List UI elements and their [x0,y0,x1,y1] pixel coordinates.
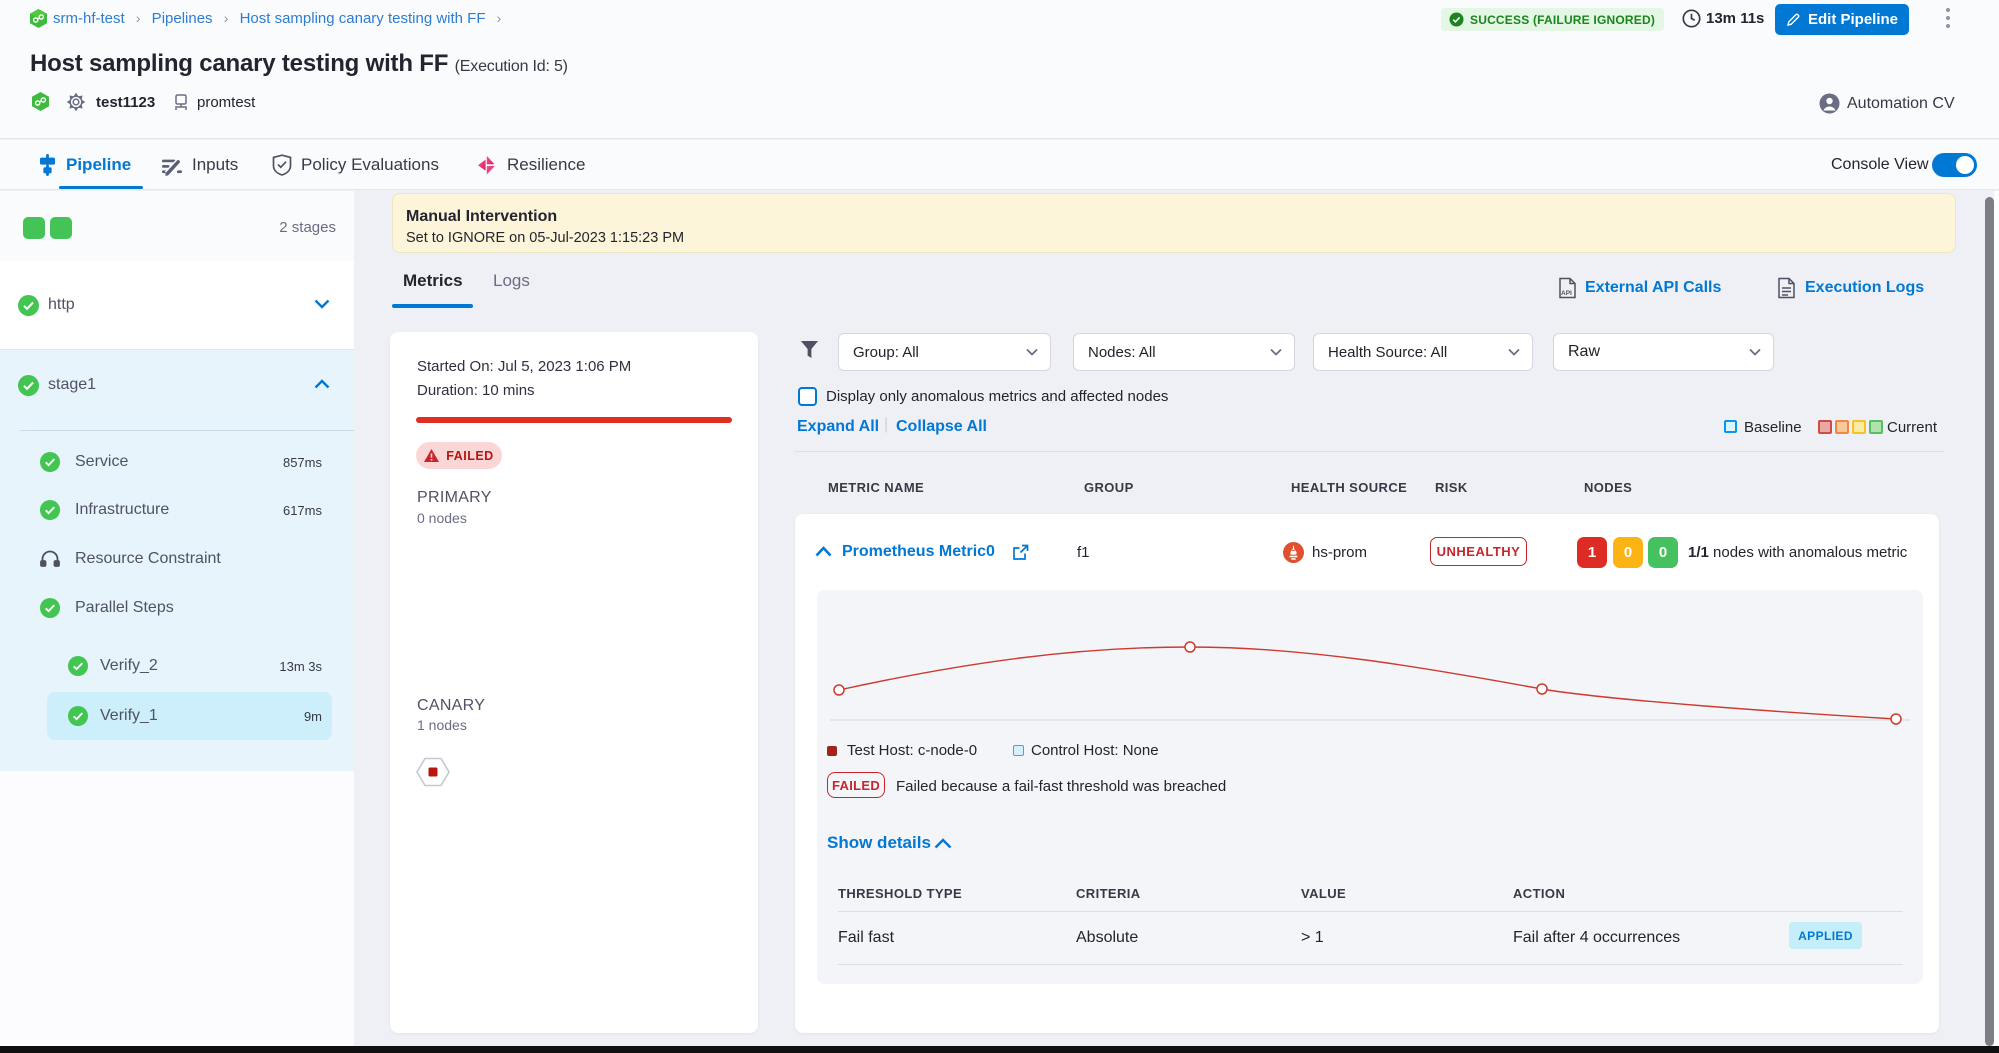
svg-text:API: API [1561,290,1572,297]
